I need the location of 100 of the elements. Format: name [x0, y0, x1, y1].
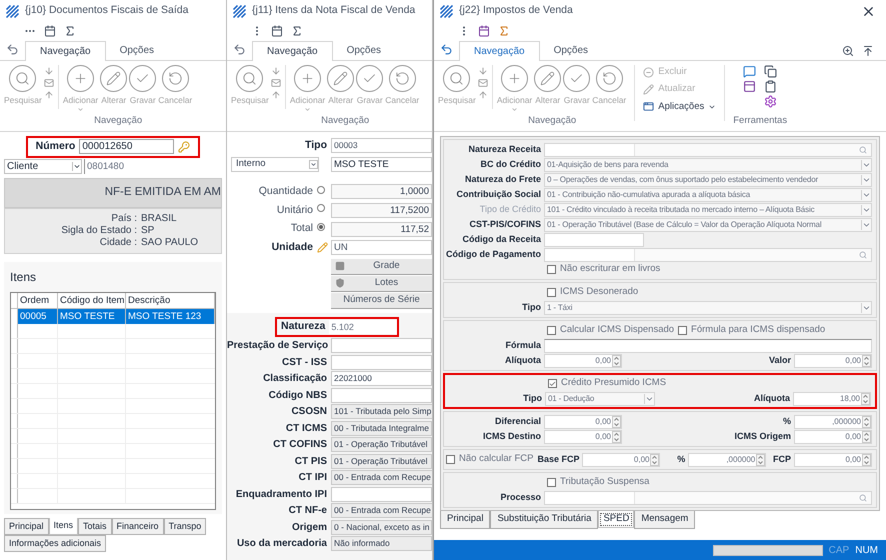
sigma-icon[interactable] [498, 25, 510, 37]
spinner-icon[interactable] [756, 454, 766, 466]
checkbox[interactable] [548, 379, 557, 388]
chat-icon[interactable] [743, 65, 756, 78]
origin-select[interactable]: Interno [231, 156, 319, 172]
input-field[interactable] [544, 338, 872, 352]
spinner-icon[interactable] [612, 416, 621, 428]
down-arrow-icon[interactable] [44, 66, 54, 76]
input-field[interactable] [331, 486, 432, 502]
side-button[interactable]: Lotes [331, 276, 432, 292]
checkbox[interactable] [547, 478, 556, 487]
lookup-field[interactable] [544, 248, 872, 262]
list-icon[interactable] [743, 80, 756, 93]
calendar-icon[interactable] [478, 25, 490, 37]
spinner-icon[interactable] [612, 430, 621, 442]
number-field[interactable]: ,000000 [688, 452, 766, 466]
description-field[interactable]: MSO TESTE [331, 156, 432, 172]
spinner-icon[interactable] [861, 392, 870, 404]
spinner-icon[interactable] [862, 416, 871, 428]
nature-field[interactable]: 5.102 [329, 320, 398, 334]
spinner-icon[interactable] [650, 454, 660, 466]
number-field[interactable]: 0,00 [544, 354, 622, 368]
tab[interactable]: Principal [4, 518, 49, 535]
select-field[interactable]: 1 - Táxi [544, 300, 872, 314]
upload-icon[interactable] [862, 45, 874, 57]
number-field[interactable]: 1,0000 [331, 184, 432, 200]
input-field[interactable] [331, 338, 432, 353]
number-field[interactable]: 0,00 [794, 430, 872, 444]
side-button[interactable]: Números de Série [331, 292, 432, 309]
tab[interactable]: SPED [598, 511, 634, 528]
select-field[interactable]: 01 - Dedução [545, 392, 655, 406]
number-field[interactable]: 0,00 [794, 452, 872, 466]
undo-icon[interactable] [440, 43, 453, 56]
number-field[interactable]: 18,00 [793, 392, 871, 406]
up-arrow-icon[interactable] [478, 90, 488, 100]
tab[interactable]: Substituição Tributária [490, 511, 598, 529]
input-field[interactable] [331, 388, 432, 402]
spinner-icon[interactable] [862, 454, 872, 466]
lookup-field[interactable] [544, 490, 872, 504]
sigma-icon[interactable] [64, 25, 76, 37]
envelope-icon[interactable] [478, 78, 488, 88]
checkbox[interactable] [547, 326, 556, 335]
ribbon-tab[interactable]: Navegação [25, 41, 106, 61]
ribbon-tab[interactable]: Navegação [252, 41, 333, 61]
input-field[interactable] [331, 354, 432, 370]
number-field[interactable]: ,000000 [794, 414, 872, 428]
number-field[interactable]: 000012650 [79, 139, 174, 154]
tab[interactable]: Transpo [164, 518, 206, 535]
number-field[interactable]: 0,00 [794, 354, 872, 368]
ribbon-tab[interactable]: Opções [332, 40, 396, 60]
number-field[interactable]: 117,52 [331, 222, 432, 237]
ribbon-tab[interactable]: Navegação [459, 41, 540, 61]
side-button[interactable]: Grade [331, 258, 432, 275]
envelope-icon[interactable] [270, 78, 281, 88]
checkbox[interactable] [446, 455, 455, 464]
type-field[interactable]: 00003 [331, 138, 432, 154]
number-field[interactable]: 0,00 [582, 452, 660, 466]
zoom-icon[interactable] [842, 45, 854, 57]
undo-icon[interactable] [6, 43, 19, 56]
checkbox[interactable] [678, 326, 688, 335]
tab[interactable]: Principal [440, 511, 490, 529]
up-arrow-icon[interactable] [44, 90, 54, 100]
copy-icon[interactable] [764, 65, 778, 78]
gear-icon[interactable] [764, 95, 778, 108]
input-field[interactable] [544, 232, 644, 246]
spinner-icon[interactable] [862, 430, 871, 442]
party-select[interactable]: Cliente [4, 158, 82, 174]
ribbon-tab[interactable]: Opções [540, 40, 602, 60]
up-arrow-icon[interactable] [270, 90, 281, 100]
party-field[interactable]: 0801480 [84, 158, 222, 174]
envelope-icon[interactable] [44, 78, 54, 88]
spinner-icon[interactable] [862, 354, 871, 366]
tab[interactable]: Mensagem [634, 511, 696, 529]
unit-field[interactable]: UN [331, 240, 432, 256]
radio-button[interactable] [317, 204, 325, 212]
pencil-icon[interactable] [317, 242, 328, 254]
number-field[interactable]: 0,00 [544, 414, 622, 428]
down-arrow-icon[interactable] [478, 66, 488, 76]
ribbon-tab[interactable]: Opções [106, 40, 168, 60]
clipboard-icon[interactable] [764, 80, 778, 93]
tab[interactable]: Informações adicionais [4, 535, 106, 552]
input-field[interactable]: 22021000 [331, 371, 432, 386]
calendar-icon[interactable] [44, 25, 56, 37]
lookup-field[interactable] [544, 142, 872, 156]
down-arrow-icon[interactable] [270, 66, 281, 76]
checkbox[interactable] [547, 288, 556, 297]
number-field[interactable]: 117,5200 [331, 202, 432, 218]
select-field[interactable]: 01-Aquisição de bens para revenda [544, 158, 872, 172]
select-field[interactable]: 0 – Operações de vendas, com ônus suportado pelo estabelecimento vendedor [544, 172, 872, 186]
calendar-icon[interactable] [271, 25, 283, 37]
tab[interactable]: Financeiro [112, 518, 164, 535]
action-button[interactable]: Aplicações [643, 100, 716, 114]
undo-icon[interactable] [233, 43, 246, 56]
table-row[interactable]: 00005 MSO TESTE MSO TESTE 123 [11, 308, 215, 324]
checkbox[interactable] [547, 265, 556, 274]
select-field[interactable]: 01 - Contribuição não-cumulativa apurada a alíquota básica [544, 188, 872, 202]
sigma-icon[interactable] [291, 25, 303, 37]
tab[interactable]: Itens [48, 518, 78, 535]
radio-button[interactable] [317, 223, 325, 232]
number-field[interactable]: 0,00 [544, 430, 622, 444]
